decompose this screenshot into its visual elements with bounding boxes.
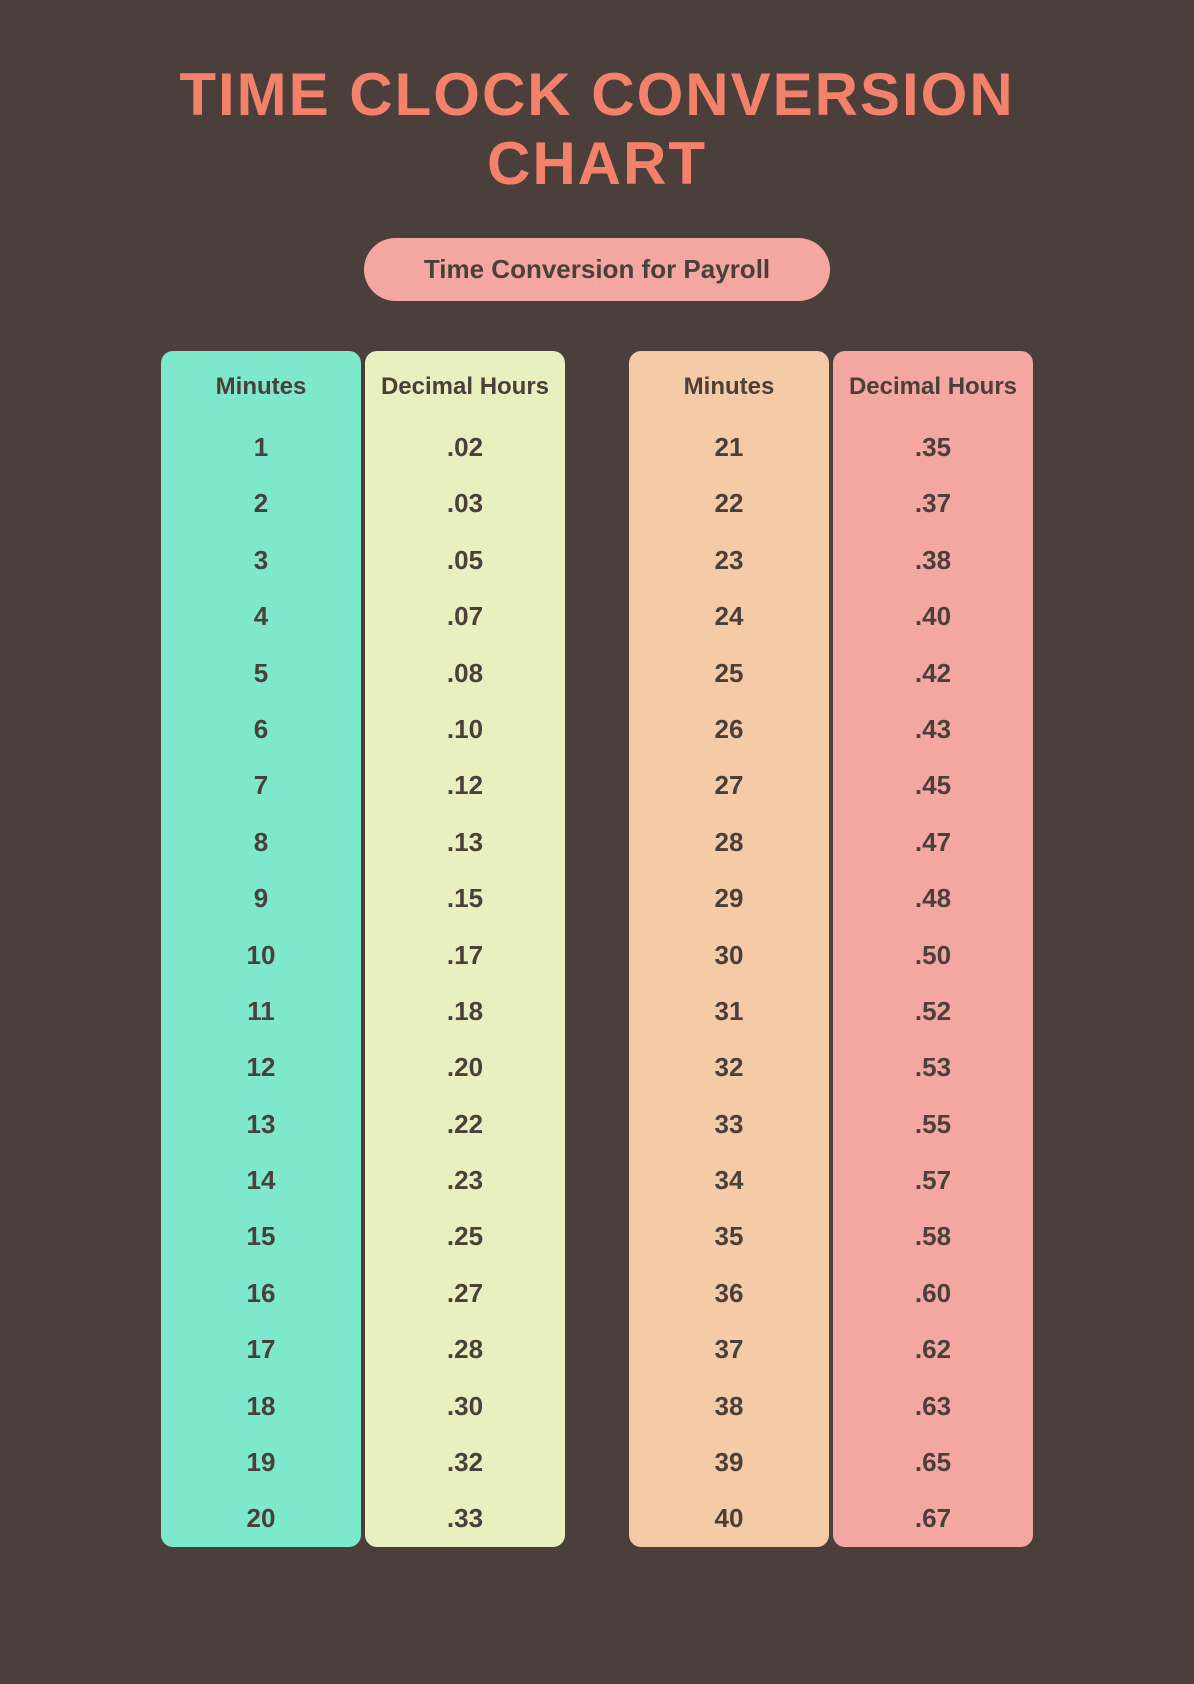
- table-row: 31: [629, 983, 829, 1039]
- table-row: 34: [629, 1152, 829, 1208]
- table-row: 23: [629, 532, 829, 588]
- table-row: 18: [161, 1378, 361, 1434]
- table-row: .60: [833, 1265, 1033, 1321]
- table-row: .13: [365, 814, 565, 870]
- table-row: 15: [161, 1208, 361, 1264]
- table-row: .37: [833, 475, 1033, 531]
- right-minutes-column: Minutes 21222324252627282930313233343536…: [629, 351, 829, 1547]
- table-row: .22: [365, 1096, 565, 1152]
- table-row: 12: [161, 1039, 361, 1095]
- table-row: 39: [629, 1434, 829, 1490]
- table-row: 7: [161, 757, 361, 813]
- table-row: .42: [833, 645, 1033, 701]
- table-row: .38: [833, 532, 1033, 588]
- table-row: 20: [161, 1490, 361, 1546]
- table-row: 2: [161, 475, 361, 531]
- table-row: 16: [161, 1265, 361, 1321]
- table-row: 8: [161, 814, 361, 870]
- left-table-section: Minutes 1234567891011121314151617181920 …: [161, 351, 565, 1547]
- left-decimal-header: Decimal Hours: [365, 351, 565, 419]
- table-row: .23: [365, 1152, 565, 1208]
- table-row: .48: [833, 870, 1033, 926]
- table-row: .45: [833, 757, 1033, 813]
- table-row: 24: [629, 588, 829, 644]
- table-row: 4: [161, 588, 361, 644]
- table-row: 17: [161, 1321, 361, 1377]
- table-row: 14: [161, 1152, 361, 1208]
- page-title: TIME CLOCK CONVERSION CHART: [80, 60, 1114, 198]
- right-decimal-header: Decimal Hours: [833, 351, 1033, 419]
- table-row: 33: [629, 1096, 829, 1152]
- left-decimal-column: Decimal Hours .02.03.05.07.08.10.12.13.1…: [365, 351, 565, 1547]
- table-row: 40: [629, 1490, 829, 1546]
- table-row: .03: [365, 475, 565, 531]
- subtitle-pill: Time Conversion for Payroll: [364, 238, 830, 301]
- table-row: .53: [833, 1039, 1033, 1095]
- right-decimal-column: Decimal Hours .35.37.38.40.42.43.45.47.4…: [833, 351, 1033, 1547]
- right-minutes-header: Minutes: [629, 351, 829, 419]
- table-row: 35: [629, 1208, 829, 1264]
- table-row: .32: [365, 1434, 565, 1490]
- table-row: .35: [833, 419, 1033, 475]
- table-row: 11: [161, 983, 361, 1039]
- table-row: .28: [365, 1321, 565, 1377]
- table-row: .05: [365, 532, 565, 588]
- table-row: .65: [833, 1434, 1033, 1490]
- table-row: .30: [365, 1378, 565, 1434]
- table-row: .20: [365, 1039, 565, 1095]
- table-row: .17: [365, 927, 565, 983]
- table-row: 37: [629, 1321, 829, 1377]
- table-row: 36: [629, 1265, 829, 1321]
- table-row: 26: [629, 701, 829, 757]
- table-row: .07: [365, 588, 565, 644]
- table-row: .50: [833, 927, 1033, 983]
- table-row: .43: [833, 701, 1033, 757]
- table-container: Minutes 1234567891011121314151617181920 …: [80, 351, 1114, 1547]
- table-row: .57: [833, 1152, 1033, 1208]
- table-row: 1: [161, 419, 361, 475]
- right-table-section: Minutes 21222324252627282930313233343536…: [629, 351, 1033, 1547]
- table-row: .67: [833, 1490, 1033, 1546]
- table-row: 29: [629, 870, 829, 926]
- table-row: 10: [161, 927, 361, 983]
- table-row: .08: [365, 645, 565, 701]
- table-row: .02: [365, 419, 565, 475]
- table-row: 28: [629, 814, 829, 870]
- table-row: 38: [629, 1378, 829, 1434]
- table-row: .55: [833, 1096, 1033, 1152]
- table-row: .18: [365, 983, 565, 1039]
- left-minutes-header: Minutes: [161, 351, 361, 419]
- table-row: .62: [833, 1321, 1033, 1377]
- table-row: 22: [629, 475, 829, 531]
- table-row: 21: [629, 419, 829, 475]
- subtitle-text: Time Conversion for Payroll: [424, 254, 770, 284]
- table-row: 30: [629, 927, 829, 983]
- table-row: 27: [629, 757, 829, 813]
- table-row: .12: [365, 757, 565, 813]
- table-row: .52: [833, 983, 1033, 1039]
- table-row: 3: [161, 532, 361, 588]
- table-row: 5: [161, 645, 361, 701]
- table-row: 25: [629, 645, 829, 701]
- table-row: .40: [833, 588, 1033, 644]
- table-row: .58: [833, 1208, 1033, 1264]
- table-row: .25: [365, 1208, 565, 1264]
- table-row: .10: [365, 701, 565, 757]
- left-minutes-column: Minutes 1234567891011121314151617181920: [161, 351, 361, 1547]
- table-row: .27: [365, 1265, 565, 1321]
- table-row: 9: [161, 870, 361, 926]
- table-row: .33: [365, 1490, 565, 1546]
- table-row: 13: [161, 1096, 361, 1152]
- table-row: 32: [629, 1039, 829, 1095]
- table-row: .47: [833, 814, 1033, 870]
- table-row: .15: [365, 870, 565, 926]
- table-row: .63: [833, 1378, 1033, 1434]
- table-row: 6: [161, 701, 361, 757]
- table-row: 19: [161, 1434, 361, 1490]
